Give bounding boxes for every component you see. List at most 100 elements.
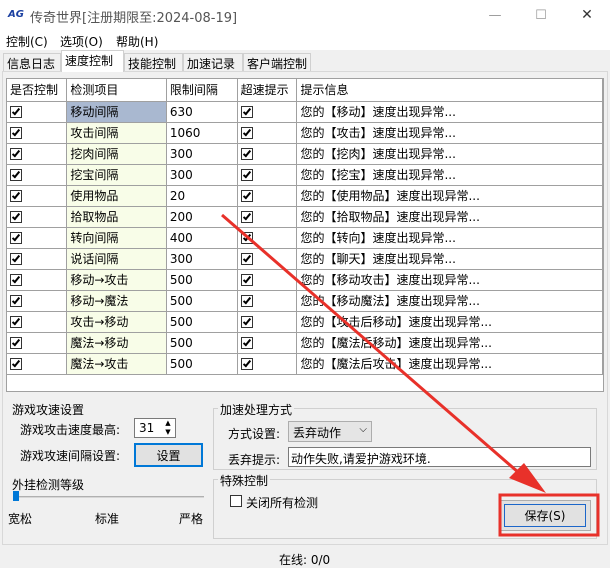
tab-speed-control[interactable]: 速度控制	[61, 50, 124, 72]
interval-cell[interactable]: 500	[166, 332, 238, 354]
interval-cell[interactable]: 500	[166, 353, 238, 375]
warn-checkbox[interactable]	[240, 148, 253, 160]
col-header-warn[interactable]: 超速提示	[237, 79, 298, 102]
table-row[interactable]: 魔法→移动 500 您的【魔法后移动】速度出现异常...	[7, 332, 603, 354]
message-cell[interactable]: 您的【攻击】速度出现异常...	[296, 122, 603, 144]
cheat-level-slider[interactable]	[13, 491, 19, 501]
warn-cell[interactable]	[237, 122, 298, 144]
table-row[interactable]: 转向间隔 400 您的【转向】速度出现异常...	[7, 227, 603, 249]
interval-cell[interactable]: 400	[166, 227, 238, 249]
message-cell[interactable]: 您的【转向】速度出现异常...	[296, 227, 603, 249]
table-row[interactable]: 魔法→攻击 500 您的【魔法后攻击】速度出现异常...	[7, 353, 603, 375]
control-cell[interactable]	[7, 164, 68, 186]
message-cell[interactable]: 您的【移动】速度出现异常...	[296, 101, 603, 123]
control-cell[interactable]	[7, 143, 68, 165]
message-cell[interactable]: 您的【使用物品】速度出现异常...	[296, 185, 603, 207]
table-row[interactable]: 挖肉间隔 300 您的【挖肉】速度出现异常...	[7, 143, 603, 165]
warn-checkbox[interactable]	[240, 316, 253, 328]
save-button-label[interactable]: 保存(S)	[504, 504, 586, 527]
interval-cell[interactable]: 300	[166, 143, 238, 165]
warn-cell[interactable]	[237, 248, 298, 270]
warn-checkbox[interactable]	[240, 169, 253, 181]
interval-cell[interactable]: 200	[166, 206, 238, 228]
warn-checkbox[interactable]	[240, 106, 253, 118]
item-cell[interactable]: 魔法→攻击	[66, 353, 167, 375]
chevron-down-icon[interactable]: ⌵	[359, 424, 367, 435]
warn-checkbox[interactable]	[240, 190, 253, 202]
interval-cell[interactable]: 500	[166, 311, 238, 333]
warn-cell[interactable]	[237, 185, 298, 207]
maximize-button[interactable]: ☐	[518, 0, 564, 30]
table-row[interactable]: 攻击→移动 500 您的【攻击后移动】速度出现异常...	[7, 311, 603, 333]
menu-help[interactable]: 帮助(H)	[116, 33, 158, 50]
control-cell[interactable]	[7, 290, 68, 312]
warn-cell[interactable]	[237, 269, 298, 291]
col-header-control[interactable]: 是否控制	[7, 79, 68, 102]
item-cell[interactable]: 说话间隔	[66, 248, 167, 270]
spin-up-icon[interactable]: ▲	[161, 419, 175, 428]
message-cell[interactable]: 您的【移动攻击】速度出现异常...	[296, 269, 603, 291]
item-cell[interactable]: 移动→攻击	[66, 269, 167, 291]
max-attack-speed-spinner[interactable]: 31 ▲ ▼	[134, 418, 176, 438]
table-row[interactable]: 移动→魔法 500 您的【移动魔法】速度出现异常...	[7, 290, 603, 312]
spin-down-icon[interactable]: ▼	[161, 428, 175, 437]
tab-accel-record[interactable]: 加速记录	[183, 53, 243, 71]
control-checkbox[interactable]	[10, 106, 22, 118]
item-cell[interactable]: 使用物品	[66, 185, 167, 207]
warn-cell[interactable]	[237, 227, 298, 249]
speed-rules-grid[interactable]: 是否控制 检测项目 限制间隔 超速提示 提示信息 移动间隔 630 您的【移动】速度…	[6, 78, 604, 392]
control-cell[interactable]	[7, 311, 68, 333]
control-cell[interactable]	[7, 122, 68, 144]
warn-cell[interactable]	[237, 311, 298, 333]
item-cell[interactable]: 挖肉间隔	[66, 143, 167, 165]
control-checkbox[interactable]	[10, 190, 22, 202]
control-cell[interactable]	[7, 227, 68, 249]
drop-tip-value[interactable]: 动作失败,请爱护游戏环境.	[291, 450, 431, 467]
warn-checkbox[interactable]	[240, 127, 253, 139]
item-cell[interactable]: 移动→魔法	[66, 290, 167, 312]
interval-cell[interactable]: 1060	[166, 122, 238, 144]
drop-tip-input[interactable]: 动作失败,请爱护游戏环境.	[288, 447, 591, 467]
warn-checkbox[interactable]	[240, 211, 253, 223]
control-checkbox[interactable]	[10, 295, 22, 307]
mode-select-value[interactable]: 丢弃动作	[293, 424, 341, 441]
message-cell[interactable]: 您的【拾取物品】速度出现异常...	[296, 206, 603, 228]
item-cell[interactable]: 移动间隔	[66, 101, 167, 123]
warn-cell[interactable]	[237, 353, 298, 375]
message-cell[interactable]: 您的【聊天】速度出现异常...	[296, 248, 603, 270]
control-cell[interactable]	[7, 353, 68, 375]
table-row[interactable]: 拾取物品 200 您的【拾取物品】速度出现异常...	[7, 206, 603, 228]
table-row[interactable]: 移动→攻击 500 您的【移动攻击】速度出现异常...	[7, 269, 603, 291]
table-row[interactable]: 攻击间隔 1060 您的【攻击】速度出现异常...	[7, 122, 603, 144]
close-all-detection-checkbox[interactable]	[230, 495, 242, 507]
control-checkbox[interactable]	[10, 127, 22, 139]
save-button[interactable]: 保存(S)	[499, 500, 591, 531]
interval-cell[interactable]: 500	[166, 290, 238, 312]
warn-cell[interactable]	[237, 206, 298, 228]
interval-cell[interactable]: 630	[166, 101, 238, 123]
control-checkbox[interactable]	[10, 316, 22, 328]
message-cell[interactable]: 您的【挖宝】速度出现异常...	[296, 164, 603, 186]
close-all-detection-label[interactable]: 关闭所有检测	[246, 494, 318, 511]
control-checkbox[interactable]	[10, 253, 22, 265]
control-checkbox[interactable]	[10, 169, 22, 181]
warn-cell[interactable]	[237, 290, 298, 312]
message-cell[interactable]: 您的【魔法后攻击】速度出现异常...	[296, 353, 603, 375]
menu-options[interactable]: 选项(O)	[60, 33, 103, 50]
item-cell[interactable]: 攻击间隔	[66, 122, 167, 144]
menu-control[interactable]: 控制(C)	[6, 33, 48, 50]
control-cell[interactable]	[7, 206, 68, 228]
message-cell[interactable]: 您的【攻击后移动】速度出现异常...	[296, 311, 603, 333]
message-cell[interactable]: 您的【魔法后移动】速度出现异常...	[296, 332, 603, 354]
close-button[interactable]: ✕	[564, 0, 610, 30]
control-cell[interactable]	[7, 332, 68, 354]
control-checkbox[interactable]	[10, 211, 22, 223]
warn-cell[interactable]	[237, 332, 298, 354]
table-row[interactable]: 说话间隔 300 您的【聊天】速度出现异常...	[7, 248, 603, 270]
warn-checkbox[interactable]	[240, 295, 253, 307]
mode-select[interactable]: 丢弃动作 ⌵	[288, 421, 372, 442]
interval-cell[interactable]: 500	[166, 269, 238, 291]
message-cell[interactable]: 您的【移动魔法】速度出现异常...	[296, 290, 603, 312]
warn-checkbox[interactable]	[240, 358, 253, 370]
tab-skill-control[interactable]: 技能控制	[124, 53, 183, 71]
